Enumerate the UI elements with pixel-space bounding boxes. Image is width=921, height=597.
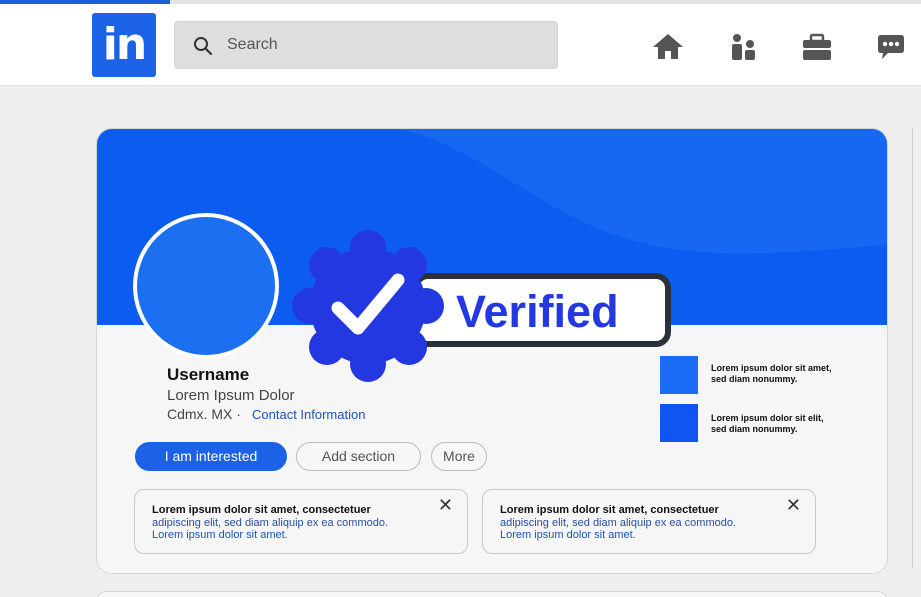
- next-section-card: [96, 591, 888, 597]
- search-icon: [194, 37, 213, 56]
- verified-badge-overlay: Verified: [292, 230, 671, 382]
- verified-label: Verified: [456, 286, 619, 337]
- side-item-line: Lorem ipsum dolor sit elit,: [711, 413, 824, 423]
- notice-link[interactable]: Lorem ipsum dolor sit amet.: [500, 529, 636, 541]
- notice-card: Lorem ipsum dolor sit amet, consectetuer…: [482, 489, 816, 554]
- verified-check-icon: [292, 230, 444, 382]
- adjacent-panel-edge: [912, 128, 921, 568]
- notice-title: Lorem ipsum dolor sit amet, consectetuer: [152, 504, 371, 516]
- messaging-icon[interactable]: [874, 32, 908, 62]
- network-icon[interactable]: [727, 32, 761, 62]
- jobs-icon[interactable]: [800, 32, 834, 62]
- profile-location: Cdmx. MX ·: [167, 406, 241, 422]
- close-icon[interactable]: ✕: [438, 495, 453, 516]
- linkedin-logo-text: in: [102, 19, 147, 70]
- search-input[interactable]: [227, 22, 547, 68]
- notice-link[interactable]: Lorem ipsum dolor sit amet.: [152, 529, 288, 541]
- side-item-line: sed diam nonummy.: [711, 374, 798, 384]
- linkedin-logo[interactable]: in: [92, 13, 156, 77]
- notice-body: adipiscing elit, sed diam aliquip ex ea …: [500, 517, 737, 529]
- add-section-button[interactable]: Add section: [296, 442, 421, 471]
- side-item-text: Lorem ipsum dolor sit amet, sed diam non…: [711, 363, 841, 385]
- close-icon[interactable]: ✕: [786, 495, 801, 516]
- search-bar[interactable]: [174, 21, 558, 69]
- side-item-line: Lorem ipsum dolor sit amet,: [711, 363, 832, 373]
- i-am-interested-button[interactable]: I am interested: [135, 442, 287, 471]
- profile-avatar[interactable]: [133, 213, 279, 359]
- home-icon[interactable]: [651, 32, 685, 62]
- more-button[interactable]: More: [431, 442, 487, 471]
- side-item-thumbnail[interactable]: [660, 404, 698, 442]
- notice-body: adipiscing elit, sed diam aliquip ex ea …: [152, 517, 389, 529]
- notice-title: Lorem ipsum dolor sit amet, consectetuer: [500, 504, 719, 516]
- side-item-text: Lorem ipsum dolor sit elit, sed diam non…: [711, 413, 841, 435]
- notice-card: Lorem ipsum dolor sit amet, consectetuer…: [134, 489, 468, 554]
- side-item-line: sed diam nonummy.: [711, 424, 798, 434]
- profile-username: Username: [167, 365, 250, 384]
- profile-headline: Lorem Ipsum Dolor: [167, 387, 295, 404]
- contact-information-link[interactable]: Contact Information: [252, 407, 365, 422]
- top-navigation-bar: in: [0, 4, 921, 86]
